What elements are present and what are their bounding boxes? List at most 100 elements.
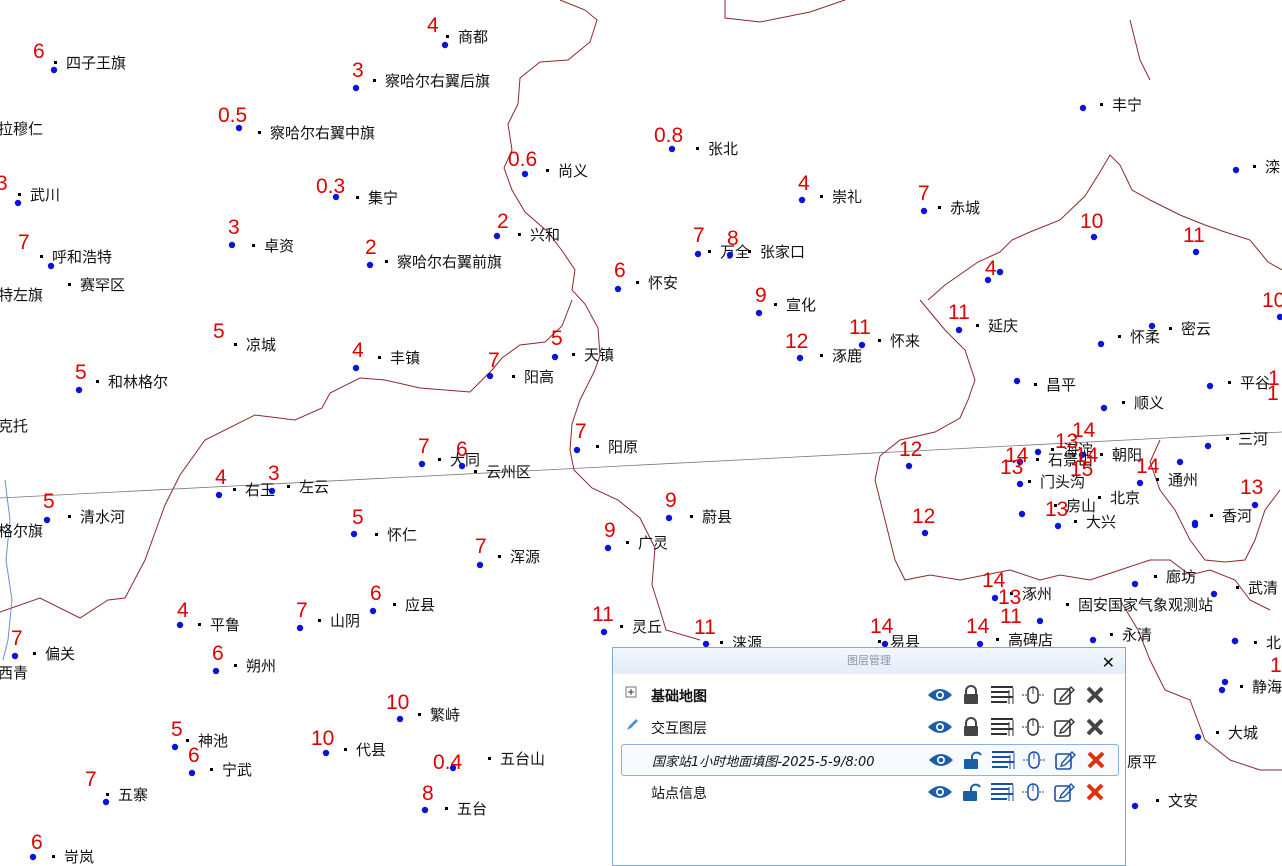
eye-icon[interactable] — [927, 683, 953, 707]
station-dot[interactable] — [755, 309, 763, 317]
station-dot[interactable] — [1251, 501, 1259, 509]
station-dot[interactable] — [1192, 248, 1200, 256]
station-dot[interactable] — [1194, 733, 1202, 741]
station-dot[interactable] — [418, 460, 426, 468]
station-dot[interactable] — [458, 462, 466, 470]
station-dot[interactable] — [1176, 458, 1184, 466]
station-dot[interactable] — [1191, 521, 1199, 529]
station-dot[interactable] — [796, 354, 804, 362]
station-dot[interactable] — [920, 207, 928, 215]
delete-icon[interactable] — [1082, 715, 1108, 739]
edit-icon[interactable] — [1051, 780, 1077, 804]
station-dot[interactable] — [11, 652, 19, 660]
station-dot[interactable] — [75, 386, 83, 394]
station-dot[interactable] — [476, 561, 484, 569]
station-dot[interactable] — [1089, 636, 1097, 644]
station-dot[interactable] — [1090, 233, 1098, 241]
station-dot[interactable] — [1131, 580, 1139, 588]
station-dot[interactable] — [176, 621, 184, 629]
station-dot[interactable] — [1276, 313, 1282, 321]
eye-icon[interactable] — [928, 748, 954, 772]
station-dot[interactable] — [421, 806, 429, 814]
station-dot[interactable] — [296, 624, 304, 632]
layer-row-surface-plot[interactable]: 国家站1小时地面填图-2025-5-9/8:00 — [621, 744, 1119, 776]
station-dot[interactable] — [996, 268, 1004, 276]
station-dot[interactable] — [984, 276, 992, 284]
station-dot[interactable] — [694, 250, 702, 258]
eye-icon[interactable] — [927, 715, 953, 739]
delete-icon[interactable] — [1083, 748, 1109, 772]
station-dot[interactable] — [366, 261, 374, 269]
station-dot[interactable] — [43, 516, 51, 524]
station-dot[interactable] — [215, 491, 223, 499]
lock-icon[interactable] — [958, 715, 984, 739]
station-dot[interactable] — [1232, 166, 1240, 174]
station-dot[interactable] — [268, 487, 276, 495]
style-icon[interactable] — [990, 748, 1016, 772]
station-dot[interactable] — [1013, 377, 1021, 385]
interact-icon[interactable] — [1020, 780, 1046, 804]
edit-icon[interactable] — [1051, 715, 1077, 739]
station-dot[interactable] — [921, 529, 929, 537]
station-dot[interactable] — [1097, 340, 1105, 348]
station-dot[interactable] — [1136, 479, 1144, 487]
expand-icon[interactable] — [625, 686, 639, 700]
layer-row-interactive[interactable]: 交互图层 — [621, 712, 1117, 742]
station-dot[interactable] — [350, 530, 358, 538]
station-dot[interactable] — [1218, 686, 1226, 694]
station-dot[interactable] — [1206, 382, 1214, 390]
station-dot[interactable] — [798, 196, 806, 204]
station-dot[interactable] — [322, 749, 330, 757]
station-dot[interactable] — [493, 232, 501, 240]
station-dot[interactable] — [1016, 480, 1024, 488]
edit-icon[interactable] — [1051, 683, 1077, 707]
delete-icon[interactable] — [1082, 683, 1108, 707]
station-dot[interactable] — [955, 326, 963, 334]
style-icon[interactable] — [989, 780, 1015, 804]
station-dot[interactable] — [396, 715, 404, 723]
layer-row-station-info[interactable]: 站点信息 — [621, 777, 1117, 807]
station-dot[interactable] — [614, 285, 622, 293]
station-dot[interactable] — [521, 170, 529, 178]
station-dot[interactable] — [369, 607, 377, 615]
station-dot[interactable] — [1204, 442, 1212, 450]
station-dot[interactable] — [858, 341, 866, 349]
station-dot[interactable] — [604, 544, 612, 552]
station-dot[interactable] — [352, 364, 360, 372]
style-icon[interactable] — [989, 715, 1015, 739]
station-dot[interactable] — [1036, 617, 1044, 625]
station-dot[interactable] — [1131, 802, 1139, 810]
station-dot[interactable] — [1034, 448, 1042, 456]
station-dot[interactable] — [905, 462, 913, 470]
station-dot[interactable] — [1100, 404, 1108, 412]
station-dot[interactable] — [551, 353, 559, 361]
close-icon[interactable]: ✕ — [1102, 650, 1115, 676]
station-dot[interactable] — [228, 241, 236, 249]
station-dot[interactable] — [1054, 522, 1062, 530]
station-dot[interactable] — [352, 84, 360, 92]
lock-icon[interactable] — [958, 683, 984, 707]
station-dot[interactable] — [726, 251, 734, 259]
station-dot[interactable] — [1221, 678, 1229, 686]
station-dot[interactable] — [486, 372, 494, 380]
panel-titlebar[interactable]: 图层管理 ✕ — [613, 648, 1125, 674]
unlock-icon[interactable] — [958, 780, 984, 804]
station-dot[interactable] — [14, 199, 22, 207]
station-dot[interactable] — [1148, 322, 1156, 330]
station-dot[interactable] — [1210, 590, 1218, 598]
station-dot[interactable] — [102, 798, 110, 806]
station-dot[interactable] — [1018, 510, 1026, 518]
station-dot[interactable] — [1231, 637, 1239, 645]
unlock-icon[interactable] — [959, 748, 985, 772]
interact-icon[interactable] — [1020, 715, 1046, 739]
station-dot[interactable] — [212, 667, 220, 675]
station-dot[interactable] — [171, 743, 179, 751]
station-dot[interactable] — [50, 66, 58, 74]
station-dot[interactable] — [665, 514, 673, 522]
station-dot[interactable] — [441, 41, 449, 49]
interact-icon[interactable] — [1021, 748, 1047, 772]
style-icon[interactable] — [989, 683, 1015, 707]
eye-icon[interactable] — [927, 780, 953, 804]
station-dot[interactable] — [188, 769, 196, 777]
layer-row-base[interactable]: 基础地图 — [621, 680, 1117, 710]
